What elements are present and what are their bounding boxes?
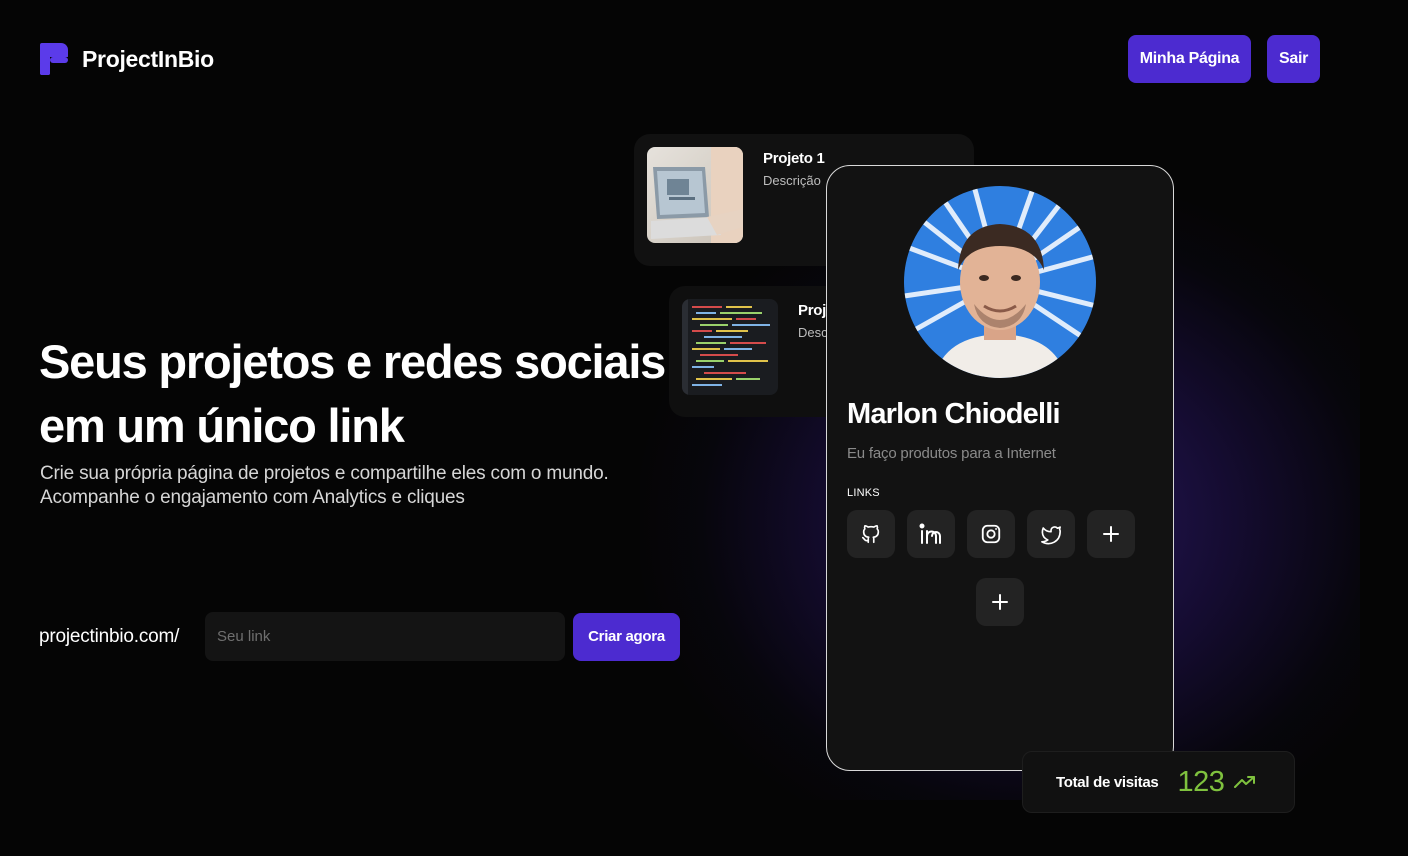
minha-pagina-button[interactable]: Minha Página [1128,35,1251,83]
linkedin-icon [919,523,941,544]
brand-logo[interactable]: ProjectInBio [40,43,214,75]
project-description: Desc [798,325,828,340]
project-name: Proj [798,302,826,319]
landing-page: ProjectInBio Minha Página Sair Projeto 1… [0,0,1408,856]
projectinbio-logo-icon [40,43,68,75]
link-prefix: projectinbio.com/ [39,625,180,647]
add-link-button[interactable] [1087,510,1135,558]
link-input[interactable] [205,612,565,661]
social-links [847,510,1135,558]
profile-preview-card: Marlon Chiodelli Eu faço produtos para a… [826,165,1174,771]
create-link-form: projectinbio.com/ Criar agora [39,612,680,661]
hero-title: Seus projetos e redes sociais em um únic… [39,330,719,458]
criar-agora-button[interactable]: Criar agora [573,612,680,661]
twitter-icon [1041,526,1061,545]
github-link-button[interactable] [847,510,895,558]
plus-icon [992,594,1008,610]
instagram-icon [981,524,1001,544]
hero-title-line-2: em um único link [39,399,405,452]
profile-name: Marlon Chiodelli [847,398,1061,430]
profile-bio: Eu faço produtos para a Internet [847,445,1056,462]
linkedin-link-button[interactable] [907,510,955,558]
brand-name: ProjectInBio [82,45,214,72]
hero-subtitle: Crie sua própria página de projetos e co… [40,462,700,510]
add-project-button[interactable] [976,578,1024,626]
hero-subtitle-line-1: Crie sua própria página de projetos e co… [40,463,609,484]
project-thumbnail-laptop [647,147,743,243]
visits-count: 123 [1177,765,1225,798]
twitter-link-button[interactable] [1027,510,1075,558]
avatar [904,186,1096,378]
links-label: LINKS [847,487,880,499]
trending-up-icon [1234,776,1256,788]
plus-icon [1103,526,1119,542]
instagram-link-button[interactable] [967,510,1015,558]
hero-subtitle-line-2: Acompanhe o engajamento com Analytics e … [40,487,465,508]
project-name: Projeto 1 [763,150,825,167]
visits-stat-card: Total de visitas 123 [1022,751,1295,813]
hero-title-line-1: Seus projetos e redes sociais [39,335,666,388]
sair-button[interactable]: Sair [1267,35,1320,83]
visits-label: Total de visitas [1056,773,1159,791]
github-icon [861,524,880,544]
project-description: Descrição [763,173,821,188]
